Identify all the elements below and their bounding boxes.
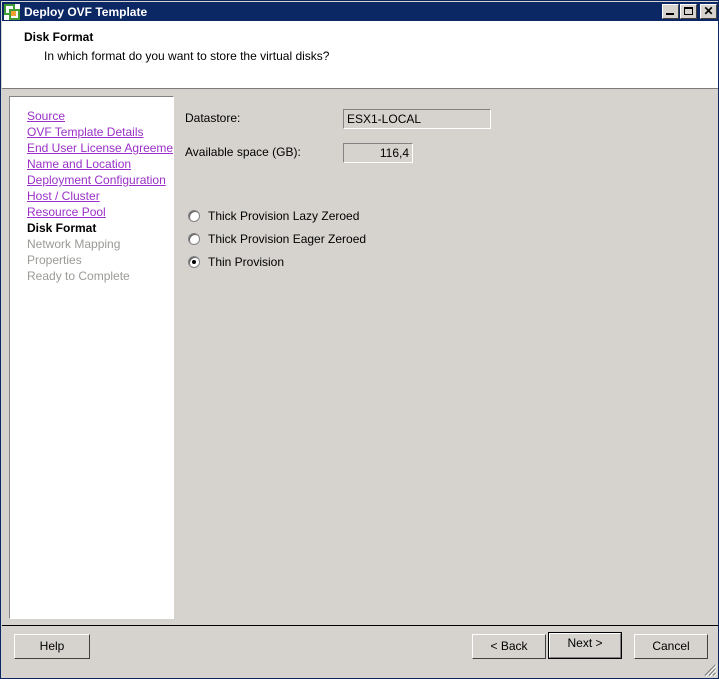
next-button-label: Next >	[549, 633, 621, 658]
back-button-label: < Back	[473, 635, 545, 658]
available-space-field[interactable]: 116,4	[343, 143, 413, 163]
wizard-header: Disk Format In which format do you want …	[2, 21, 718, 89]
title-bar[interactable]: Deploy OVF Template ✕	[2, 2, 718, 21]
cancel-button[interactable]: Cancel	[634, 634, 708, 659]
minimize-icon	[666, 13, 674, 15]
available-space-label: Available space (GB):	[185, 145, 301, 159]
sidebar-item-network-mapping: Network Mapping	[27, 237, 121, 251]
sidebar-item-disk-format: Disk Format	[27, 221, 97, 235]
radio-label: Thick Provision Eager Zeroed	[208, 231, 367, 246]
cancel-button-label: Cancel	[635, 635, 707, 658]
help-button-label: Help	[15, 635, 89, 658]
back-button[interactable]: < Back	[472, 634, 546, 659]
window-title: Deploy OVF Template	[24, 4, 148, 19]
disk-format-radio-group: Thick Provision Lazy Zeroed Thick Provis…	[188, 204, 518, 273]
radio-label: Thick Provision Lazy Zeroed	[208, 208, 360, 223]
maximize-icon	[684, 7, 693, 15]
sidebar-item-properties: Properties	[27, 253, 82, 267]
close-icon: ✕	[703, 4, 714, 18]
radio-thick-provision-eager-zeroed[interactable]: Thick Provision Eager Zeroed	[188, 227, 518, 250]
sidebar-item-ovf-template-details[interactable]: OVF Template Details	[27, 124, 173, 140]
radio-label: Thin Provision	[208, 254, 285, 269]
sidebar-item-deployment-configuration[interactable]: Deployment Configuration	[27, 172, 173, 188]
ovf-template-icon	[4, 3, 20, 20]
sidebar-item-ready-to-complete: Ready to Complete	[27, 269, 130, 283]
radio-icon-selected	[188, 255, 200, 268]
dialog-body: Source OVF Template Details End User Lic…	[2, 90, 718, 624]
help-button[interactable]: Help	[14, 634, 90, 659]
wizard-steps-panel: Source OVF Template Details End User Lic…	[9, 96, 174, 619]
datastore-label: Datastore:	[185, 111, 241, 125]
radio-thin-provision[interactable]: Thin Provision	[188, 250, 518, 273]
close-button[interactable]: ✕	[700, 4, 717, 19]
radio-icon-unselected	[188, 209, 200, 222]
datastore-field[interactable]: ESX1-LOCAL	[343, 109, 491, 129]
sidebar-item-resource-pool[interactable]: Resource Pool	[27, 204, 173, 220]
deploy-ovf-template-dialog: Deploy OVF Template ✕ Disk Format In whi…	[0, 0, 719, 679]
page-subtitle: In which format do you want to store the…	[44, 49, 330, 63]
minimize-button[interactable]	[662, 4, 679, 19]
wizard-steps-list: Source OVF Template Details End User Lic…	[27, 108, 173, 284]
sidebar-item-host-cluster[interactable]: Host / Cluster	[27, 188, 173, 204]
next-button[interactable]: Next >	[548, 632, 622, 659]
disk-format-content: Datastore: ESX1-LOCAL Available space (G…	[178, 90, 718, 624]
sidebar-item-name-and-location[interactable]: Name and Location	[27, 156, 173, 172]
resize-grip[interactable]	[703, 663, 717, 677]
page-title: Disk Format	[24, 30, 94, 44]
sidebar-item-end-user-license-agreement[interactable]: End User License Agreement	[27, 140, 173, 156]
maximize-button[interactable]	[680, 4, 697, 19]
radio-thick-provision-lazy-zeroed[interactable]: Thick Provision Lazy Zeroed	[188, 204, 518, 227]
sidebar-item-source[interactable]: Source	[27, 108, 173, 124]
dialog-footer: Help < Back Next > Cancel	[2, 626, 718, 678]
radio-icon-unselected	[188, 232, 200, 245]
